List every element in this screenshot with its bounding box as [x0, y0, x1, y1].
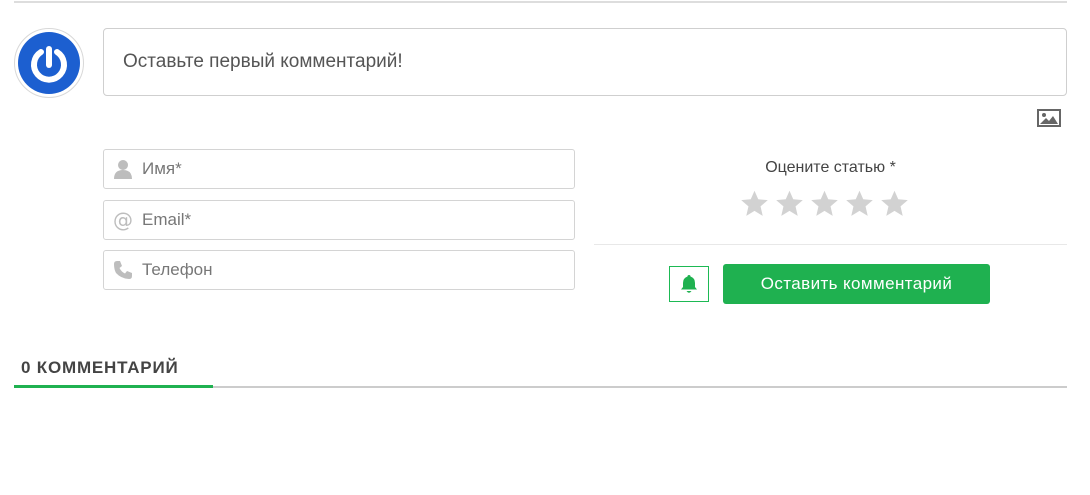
power-icon [18, 32, 80, 94]
subscribe-button[interactable] [669, 266, 709, 302]
star-icon[interactable] [845, 190, 874, 218]
phone-icon [104, 260, 142, 280]
bell-icon [681, 275, 697, 293]
name-input[interactable] [142, 150, 574, 188]
rating-divider [594, 244, 1067, 245]
avatar [14, 28, 84, 98]
phone-field[interactable] [103, 250, 575, 290]
email-field[interactable]: @ [103, 200, 575, 240]
star-icon[interactable] [740, 190, 769, 218]
user-icon [104, 159, 142, 179]
at-icon: @ [113, 208, 133, 232]
name-field[interactable] [103, 149, 575, 189]
comments-count-tab[interactable]: 0 КОММЕНТАРИЙ [21, 358, 178, 378]
image-icon [1037, 109, 1061, 127]
comment-textarea[interactable]: Оставьте первый комментарий! [103, 28, 1067, 96]
star-icon[interactable] [810, 190, 839, 218]
phone-input[interactable] [142, 251, 574, 289]
email-input[interactable] [142, 201, 574, 239]
star-icon[interactable] [775, 190, 804, 218]
comment-placeholder: Оставьте первый комментарий! [123, 51, 403, 72]
rating-label: Оцените статью * [765, 159, 896, 176]
rating-stars[interactable] [740, 190, 909, 218]
top-divider [14, 1, 1067, 3]
active-tab-indicator [14, 385, 213, 388]
submit-comment-button[interactable]: Оставить комментарий [723, 264, 990, 304]
attach-image-button[interactable] [1037, 109, 1061, 127]
star-icon[interactable] [880, 190, 909, 218]
